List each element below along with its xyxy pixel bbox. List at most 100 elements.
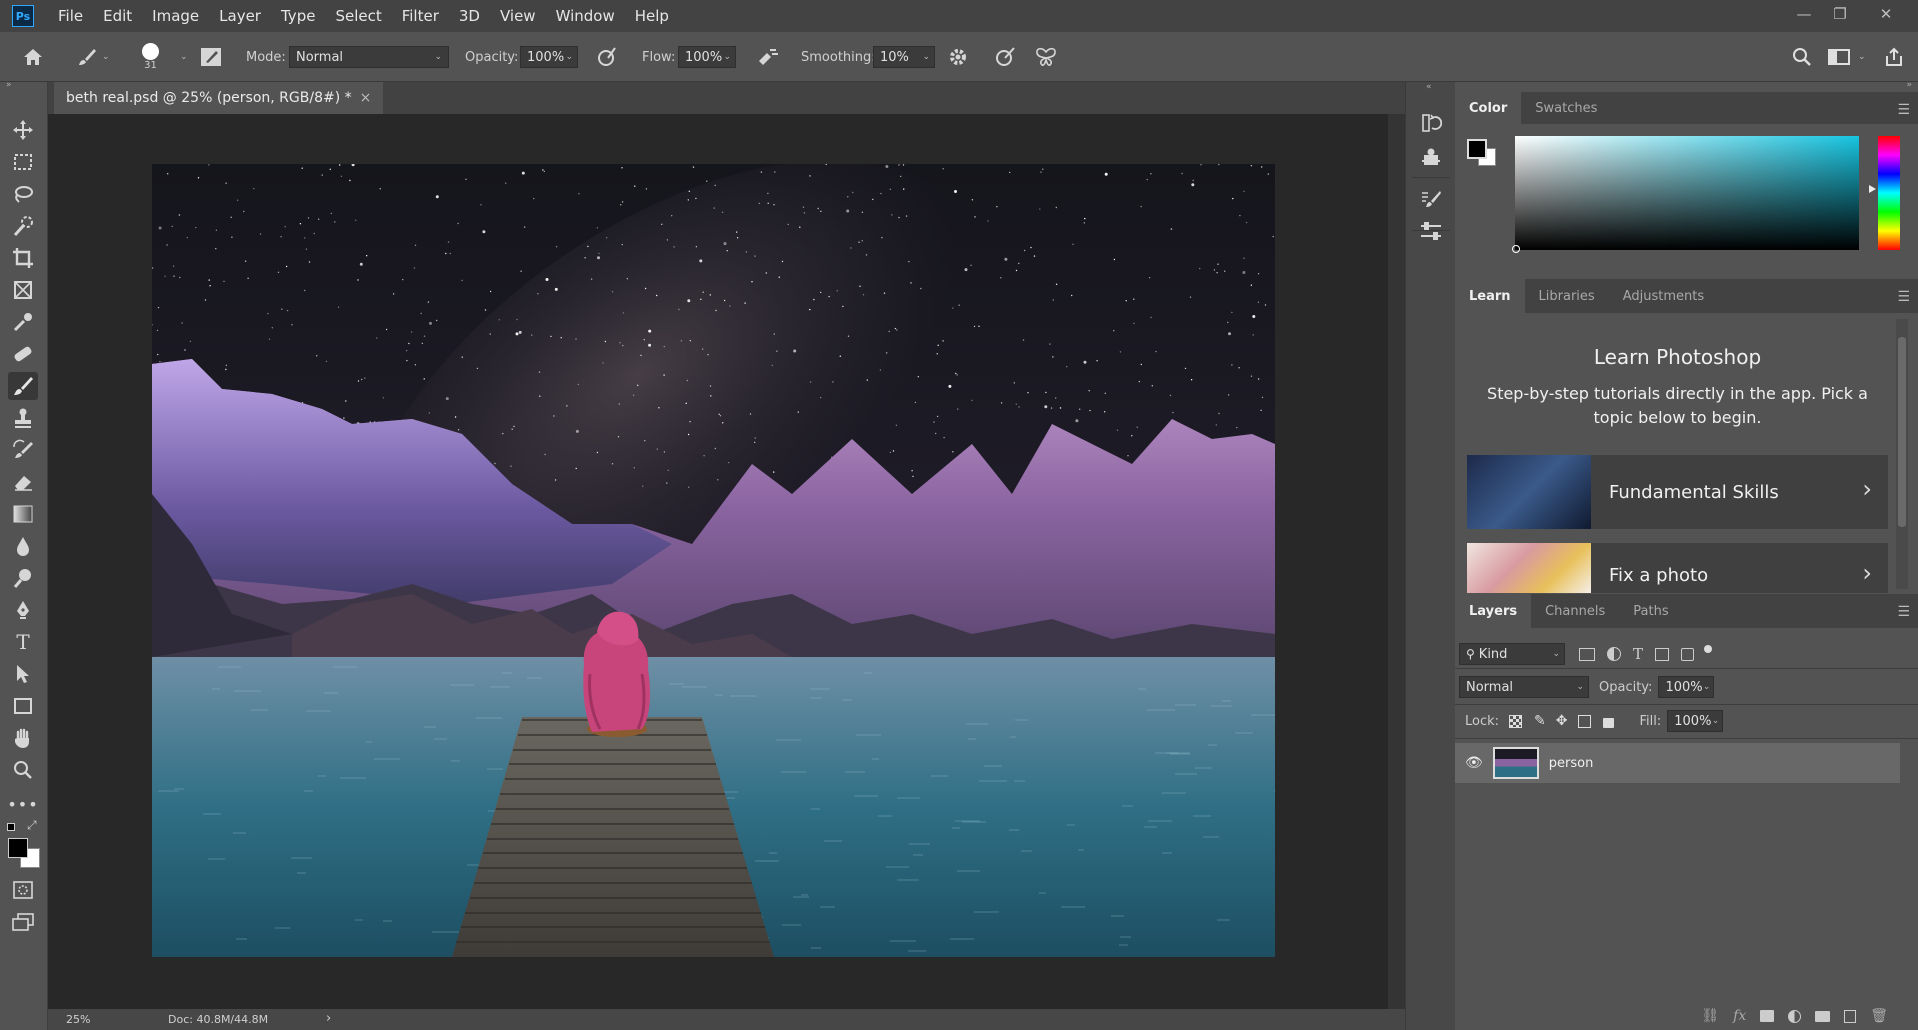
- document-tab[interactable]: beth real.psd @ 25% (person, RGB/8#) * ×: [54, 82, 384, 114]
- mode-dropdown[interactable]: Normal ⌄: [289, 46, 449, 68]
- status-menu-arrow[interactable]: ›: [326, 1011, 331, 1026]
- tab-color[interactable]: Color: [1455, 92, 1522, 124]
- menu-type[interactable]: Type: [271, 7, 325, 25]
- new-layer-icon[interactable]: [1844, 1009, 1857, 1023]
- filter-pixel-icon[interactable]: [1579, 647, 1595, 661]
- tab-swatches[interactable]: Swatches: [1521, 92, 1611, 124]
- panel-menu-icon[interactable]: ☰: [1897, 102, 1910, 118]
- close-tab-icon[interactable]: ×: [360, 90, 372, 106]
- edit-toolbar-button[interactable]: •••: [7, 790, 38, 818]
- layer-filter-dropdown[interactable]: ⚲ Kind ⌄: [1459, 643, 1565, 665]
- menu-image[interactable]: Image: [142, 7, 209, 25]
- menu-window[interactable]: Window: [546, 7, 625, 25]
- tab-libraries[interactable]: Libraries: [1525, 279, 1609, 313]
- smoothing-input[interactable]: 10% ⌄: [873, 46, 935, 68]
- collapse-arrows-icon[interactable]: »: [6, 80, 12, 90]
- type-tool[interactable]: T: [8, 628, 38, 656]
- menu-select[interactable]: Select: [325, 7, 391, 25]
- brush-tool[interactable]: [8, 372, 38, 400]
- smoothing-options-button[interactable]: [948, 32, 968, 82]
- filter-smart-object-icon[interactable]: [1681, 647, 1695, 661]
- gradient-tool[interactable]: [8, 500, 38, 528]
- properties-panel-button[interactable]: [1418, 144, 1444, 170]
- vertical-scrollbar[interactable]: [1388, 114, 1405, 1009]
- layer-opacity-input[interactable]: 100% ⌄: [1658, 676, 1715, 698]
- adjustments-panel-button[interactable]: [1418, 218, 1444, 244]
- airbrush-button[interactable]: [756, 32, 780, 82]
- tab-paths[interactable]: Paths: [1619, 594, 1682, 628]
- tab-layers[interactable]: Layers: [1455, 594, 1532, 628]
- layer-row-person[interactable]: 👁 person: [1455, 743, 1900, 783]
- quick-mask-button[interactable]: [8, 876, 38, 904]
- filter-toggle-icon[interactable]: [1704, 645, 1713, 653]
- tutorial-card-fix-a-photo[interactable]: Fix a photo ›: [1467, 543, 1888, 593]
- collapse-arrows-icon[interactable]: »: [1906, 80, 1912, 90]
- menu-help[interactable]: Help: [625, 7, 679, 25]
- frame-tool[interactable]: [8, 276, 38, 304]
- menu-edit[interactable]: Edit: [93, 7, 142, 25]
- history-panel-button[interactable]: [1418, 110, 1444, 136]
- filter-shape-icon[interactable]: [1655, 647, 1670, 661]
- eye-icon[interactable]: 👁: [1465, 755, 1483, 771]
- foreground-color-swatch[interactable]: [8, 838, 28, 858]
- tab-learn[interactable]: Learn: [1455, 279, 1525, 313]
- close-window-button[interactable]: ✕: [1868, 0, 1904, 28]
- panel-menu-icon[interactable]: ☰: [1897, 604, 1910, 620]
- menu-layer[interactable]: Layer: [209, 7, 271, 25]
- symmetry-button[interactable]: [1034, 32, 1058, 82]
- path-selection-tool[interactable]: [8, 660, 38, 688]
- delete-layer-icon[interactable]: 🗑: [1870, 1008, 1888, 1024]
- link-layers-icon[interactable]: ⛓: [1701, 1008, 1719, 1024]
- swap-colors-icon[interactable]: ⤢: [27, 818, 37, 833]
- share-button[interactable]: [1884, 32, 1904, 82]
- marquee-tool[interactable]: [8, 148, 38, 176]
- move-tool[interactable]: [8, 116, 38, 144]
- minimize-button[interactable]: —: [1786, 0, 1822, 28]
- brush-angle-button[interactable]: [994, 32, 1016, 82]
- crop-tool[interactable]: [8, 244, 38, 272]
- hue-slider[interactable]: [1878, 136, 1900, 250]
- new-group-icon[interactable]: [1815, 1010, 1831, 1022]
- chevron-down-icon[interactable]: ⌄: [180, 32, 188, 82]
- adjustment-layer-icon[interactable]: [1788, 1009, 1802, 1023]
- add-mask-icon[interactable]: [1760, 1010, 1775, 1022]
- flow-input[interactable]: 100% ⌄: [678, 46, 736, 68]
- menu-filter[interactable]: Filter: [392, 7, 449, 25]
- eraser-tool[interactable]: [8, 468, 38, 496]
- zoom-level[interactable]: 25%: [66, 1013, 90, 1026]
- canvas-area[interactable]: [48, 114, 1388, 1009]
- lock-artboard-icon[interactable]: [1577, 714, 1591, 728]
- rectangle-tool[interactable]: [8, 692, 38, 720]
- menu-file[interactable]: File: [48, 7, 93, 25]
- lock-transparent-icon[interactable]: [1509, 714, 1523, 728]
- lock-all-icon[interactable]: [1602, 718, 1614, 728]
- workspace-button[interactable]: ⌄: [1828, 32, 1866, 82]
- dodge-tool[interactable]: [8, 564, 38, 592]
- search-button[interactable]: [1792, 32, 1812, 82]
- brushes-panel-button[interactable]: [1418, 186, 1444, 212]
- color-field[interactable]: [1515, 136, 1859, 250]
- brush-preset-button[interactable]: ⌄: [76, 32, 110, 82]
- layer-style-icon[interactable]: fx: [1733, 1008, 1746, 1024]
- tab-channels[interactable]: Channels: [1531, 594, 1619, 628]
- healing-brush-tool[interactable]: [8, 340, 38, 368]
- lasso-tool[interactable]: [8, 180, 38, 208]
- filter-type-icon[interactable]: T: [1633, 645, 1643, 663]
- tab-adjustments[interactable]: Adjustments: [1609, 279, 1718, 313]
- learn-scrollbar[interactable]: [1896, 319, 1908, 589]
- lock-position-icon[interactable]: ✥: [1556, 713, 1568, 729]
- collapse-arrows-icon[interactable]: «: [1426, 82, 1432, 92]
- zoom-tool[interactable]: [8, 756, 38, 784]
- hand-tool[interactable]: [8, 724, 38, 752]
- fill-input[interactable]: 100% ⌄: [1667, 710, 1724, 732]
- default-colors-icon[interactable]: [7, 823, 15, 831]
- learn-scroll-thumb[interactable]: [1898, 337, 1906, 527]
- pressure-opacity-button[interactable]: [596, 32, 618, 82]
- menu-view[interactable]: View: [490, 7, 546, 25]
- quick-selection-tool[interactable]: [8, 212, 38, 240]
- lock-pixels-icon[interactable]: ✎: [1534, 713, 1546, 729]
- panel-menu-icon[interactable]: ☰: [1897, 289, 1910, 305]
- home-button[interactable]: [22, 32, 44, 82]
- history-brush-tool[interactable]: [8, 436, 38, 464]
- filter-adjustment-icon[interactable]: [1607, 647, 1621, 661]
